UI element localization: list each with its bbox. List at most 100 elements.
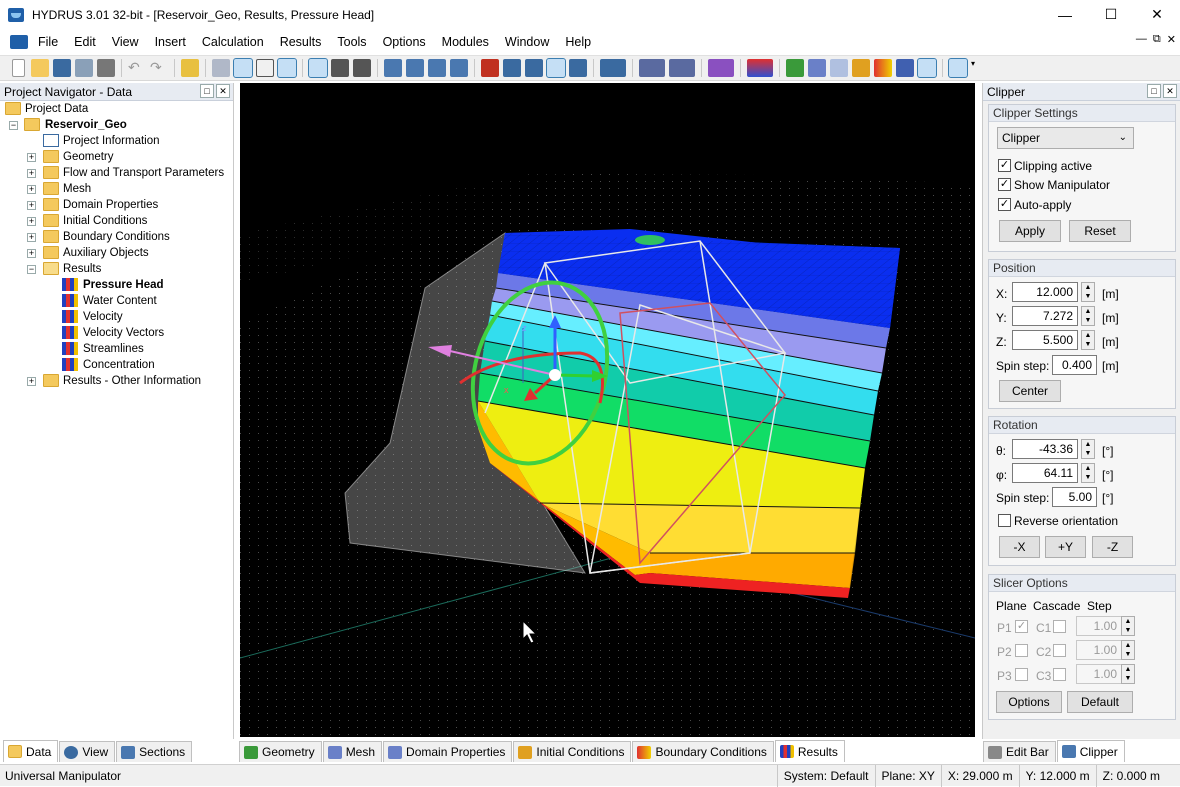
front-view-icon[interactable]: [569, 59, 587, 77]
plane-p2-checkbox[interactable]: [1015, 644, 1028, 657]
close-panel-icon[interactable]: ✕: [216, 84, 230, 98]
move-view-icon[interactable]: [308, 58, 328, 78]
rotation-theta-input[interactable]: -43.36: [1012, 439, 1078, 459]
tab-domain-properties[interactable]: Domain Properties: [383, 741, 513, 762]
expand-icon[interactable]: +: [27, 249, 36, 258]
rotation-theta-spinner[interactable]: ▲ ▼: [1081, 439, 1095, 459]
cascade-c1-checkbox[interactable]: [1053, 620, 1066, 633]
snap-grid-icon[interactable]: [277, 58, 297, 78]
menu-results[interactable]: Results: [272, 31, 330, 53]
tree-item-streamlines[interactable]: Streamlines: [0, 341, 232, 357]
step-p1-input[interactable]: 1.00: [1076, 616, 1122, 636]
zoom-out-icon[interactable]: [450, 59, 468, 77]
position-y-spinner[interactable]: ▲ ▼: [1081, 306, 1095, 326]
position-z-input[interactable]: 5.500: [1012, 330, 1078, 350]
tab-data[interactable]: Data: [3, 740, 59, 762]
options-button[interactable]: Options: [996, 691, 1062, 713]
box-view-icon[interactable]: [600, 59, 626, 77]
menu-tools[interactable]: Tools: [329, 31, 374, 53]
mdi-minimize-button[interactable]: —: [1136, 33, 1147, 46]
reverse-orientation-checkbox[interactable]: [998, 514, 1011, 527]
mdi-restore-button[interactable]: ⧉: [1153, 33, 1161, 46]
menu-file[interactable]: File: [30, 31, 66, 53]
zoom-window-icon[interactable]: [406, 59, 424, 77]
tree-item-mesh[interactable]: + Mesh: [0, 181, 232, 197]
tree-item-velocity-vectors[interactable]: Velocity Vectors: [0, 325, 232, 341]
tab-mesh[interactable]: Mesh: [322, 741, 383, 762]
cascade-c3-checkbox[interactable]: [1053, 668, 1066, 681]
tab-initial-conditions[interactable]: Initial Conditions: [513, 741, 632, 762]
results-table-icon[interactable]: [896, 59, 914, 77]
minimize-button[interactable]: —: [1042, 0, 1088, 29]
pin-icon[interactable]: □: [1147, 84, 1161, 98]
expand-icon[interactable]: +: [27, 185, 36, 194]
zoom-view-icon[interactable]: [353, 59, 371, 77]
tab-results[interactable]: Results: [774, 740, 845, 762]
zoom-all-icon[interactable]: [384, 59, 402, 77]
mdi-close-button[interactable]: ✕: [1167, 33, 1176, 46]
geometry-icon[interactable]: [786, 59, 804, 77]
plus-y-button[interactable]: +Y: [1045, 536, 1086, 558]
expand-icon[interactable]: +: [27, 169, 36, 178]
plane-p3-checkbox[interactable]: [1015, 668, 1028, 681]
mesh-icon[interactable]: [808, 59, 826, 77]
position-spin-step-input[interactable]: 0.400: [1052, 355, 1097, 375]
display-options-icon[interactable]: [639, 59, 665, 77]
menu-edit[interactable]: Edit: [66, 31, 104, 53]
clipping-active-checkbox[interactable]: ✓: [998, 159, 1011, 172]
apply-button[interactable]: Apply: [999, 220, 1061, 242]
close-button[interactable]: ✕: [1134, 0, 1180, 29]
tree-item-velocity[interactable]: Velocity: [0, 309, 232, 325]
expand-icon[interactable]: +: [27, 233, 36, 242]
print-icon[interactable]: [97, 59, 115, 77]
tree-item-water-content[interactable]: Water Content: [0, 293, 232, 309]
plane-p1-checkbox[interactable]: ✓: [1015, 620, 1028, 633]
pin-icon[interactable]: □: [200, 84, 214, 98]
grid-points-icon[interactable]: [212, 59, 230, 77]
menu-insert[interactable]: Insert: [147, 31, 194, 53]
rotation-phi-input[interactable]: 64.11: [1012, 463, 1078, 483]
clipper-icon[interactable]: [948, 58, 968, 78]
redo-icon[interactable]: ↷: [150, 59, 168, 77]
menu-view[interactable]: View: [104, 31, 147, 53]
position-x-spinner[interactable]: ▲ ▼: [1081, 282, 1095, 302]
grid-hatch-icon[interactable]: [233, 58, 253, 78]
initial-conditions-icon[interactable]: [852, 59, 870, 77]
position-y-input[interactable]: 7.272: [1012, 306, 1078, 326]
tree-item-results-other[interactable]: + Results - Other Information: [0, 373, 232, 389]
tree-item-domain-properties[interactable]: + Domain Properties: [0, 197, 232, 213]
tree-item-project-information[interactable]: Project Information: [0, 133, 232, 149]
reset-button[interactable]: Reset: [1069, 220, 1131, 242]
tab-geometry[interactable]: Geometry: [239, 741, 322, 762]
step-p2-spinner[interactable]: ▲ ▼: [1121, 640, 1135, 660]
iso-view-icon[interactable]: [546, 58, 566, 78]
results-icon[interactable]: [917, 58, 937, 78]
step-p3-input[interactable]: 1.00: [1076, 664, 1122, 684]
menu-calculation[interactable]: Calculation: [194, 31, 272, 53]
tab-clipper[interactable]: Clipper: [1056, 740, 1125, 762]
center-button[interactable]: Center: [999, 380, 1061, 402]
boundary-conditions-icon[interactable]: [874, 59, 892, 77]
tree-root[interactable]: Project Data: [0, 101, 232, 117]
render-mode-icon[interactable]: [669, 59, 695, 77]
undo-icon[interactable]: ↶: [128, 59, 146, 77]
document-icon[interactable]: [10, 35, 28, 49]
color-scale-icon[interactable]: [747, 59, 773, 77]
menu-help[interactable]: Help: [557, 31, 599, 53]
zoom-in-icon[interactable]: [428, 59, 446, 77]
tree-item-boundary-conditions[interactable]: + Boundary Conditions: [0, 229, 232, 245]
3d-viewport[interactable]: z x: [240, 83, 975, 737]
domain-icon[interactable]: [830, 59, 848, 77]
cascade-c2-checkbox[interactable]: [1053, 644, 1066, 657]
tree-item-pressure-head[interactable]: Pressure Head: [0, 277, 232, 293]
tab-sections[interactable]: Sections: [116, 741, 193, 762]
position-z-spinner[interactable]: ▲ ▼: [1081, 330, 1095, 350]
clipper-mode-select[interactable]: Clipper ⌄: [997, 127, 1134, 149]
menu-modules[interactable]: Modules: [434, 31, 497, 53]
position-x-input[interactable]: 12.000: [1012, 282, 1078, 302]
new-file-icon[interactable]: [12, 59, 25, 77]
tab-view[interactable]: View: [59, 741, 116, 762]
toolbar-overflow-icon[interactable]: ▾: [971, 59, 979, 77]
minus-z-button[interactable]: -Z: [1092, 536, 1133, 558]
tree-project[interactable]: − Reservoir_Geo: [0, 117, 232, 133]
